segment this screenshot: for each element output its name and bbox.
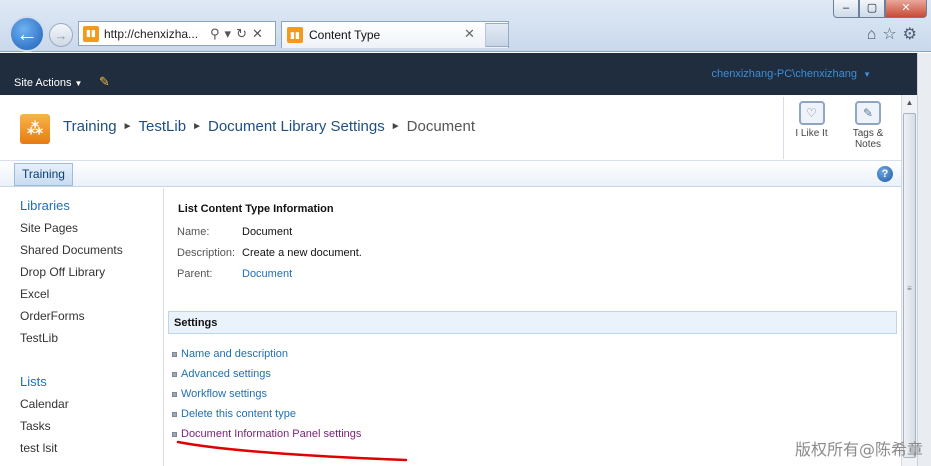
settings-link-name-description[interactable]: Name and description [172, 348, 288, 360]
forward-arrow-icon: → [54, 27, 68, 43]
edit-page-icon[interactable]: ✎ [99, 75, 115, 89]
leftnav-item-site-pages[interactable]: Site Pages [20, 221, 78, 235]
close-window-button[interactable]: ✕ [885, 0, 927, 18]
leftnav-item-drop-off-library[interactable]: Drop Off Library [20, 265, 105, 279]
leftnav-item-testlib[interactable]: TestLib [20, 331, 58, 345]
scroll-up-arrow-icon[interactable]: ▲ [902, 95, 917, 111]
breadcrumb-arrow-icon: ► [192, 121, 202, 132]
scroll-thumb[interactable]: ≡ [903, 113, 916, 458]
name-label: Name: [177, 226, 210, 238]
settings-link-label: Advanced settings [181, 368, 271, 380]
tab-title: Content Type [309, 28, 381, 42]
tab-training[interactable]: Training [14, 163, 73, 186]
address-bar[interactable]: ▮▮ http://chenxizha... ⚲▾↻✕ [78, 21, 276, 46]
browser-tools: ⌂☆⚙ [867, 24, 923, 44]
new-tab-button[interactable] [485, 23, 509, 47]
user-menu[interactable]: chenxizhang-PC\chenxizhang ▼ [711, 68, 871, 80]
breadcrumb-library-settings[interactable]: Document Library Settings [208, 118, 385, 135]
user-chevron-down-icon: ▼ [863, 70, 871, 79]
search-icon[interactable]: ⚲ [210, 26, 225, 41]
window-scrollbar[interactable] [917, 53, 931, 466]
bullet-icon [172, 411, 177, 417]
leftnav-item-excel[interactable]: Excel [20, 287, 49, 301]
lists-header[interactable]: Lists [20, 374, 47, 389]
address-actions: ⚲▾↻✕ [210, 26, 268, 42]
breadcrumb-current: Document [406, 118, 476, 135]
tags-notes-icon: ✎ [855, 101, 881, 125]
parent-link[interactable]: Document [242, 268, 292, 280]
tags-label-line1: Tags & [852, 128, 884, 139]
breadcrumb-arrow-icon: ► [390, 121, 401, 132]
tag-like-icon: ♡ [798, 101, 825, 125]
tags-notes-button[interactable]: ✎ Tags & Notes [840, 97, 896, 159]
maximize-button[interactable]: ▢ [859, 0, 885, 18]
back-button[interactable]: ← [9, 16, 45, 52]
settings-link-label: Name and description [181, 348, 289, 360]
stop-icon[interactable]: ✕ [252, 26, 268, 41]
site-actions-label: Site Actions [14, 77, 72, 89]
libraries-header[interactable]: Libraries [20, 198, 70, 213]
home-icon[interactable]: ⌂ [867, 26, 883, 43]
settings-gear-icon[interactable]: ⚙ [903, 26, 923, 43]
forward-button[interactable]: → [49, 23, 73, 47]
breadcrumb-training[interactable]: Training [63, 118, 117, 135]
info-title: List Content Type Information [178, 203, 334, 215]
settings-link-label: Document Information Panel settings [181, 428, 362, 440]
tab-favicon-icon: ▮▮ [287, 27, 303, 43]
leftnav-item-orderforms[interactable]: OrderForms [20, 309, 85, 323]
tags-label-line2: Notes [854, 139, 882, 150]
browser-tab-active[interactable]: ▮▮ Content Type ✕ [281, 21, 509, 48]
minimize-button[interactable]: – [833, 0, 859, 18]
i-like-it-label: I Like It [795, 128, 828, 139]
site-favicon-icon: ▮▮ [83, 25, 99, 42]
settings-link-workflow[interactable]: Workflow settings [172, 388, 267, 400]
scroll-grip-icon: ≡ [907, 284, 912, 293]
site-logo-icon[interactable]: ⁂ [20, 114, 50, 144]
page-scrollbar[interactable]: ▲ ≡ [901, 95, 917, 466]
title-area: ⁂ Training ► TestLib ► Document Library Sett… [0, 95, 901, 160]
copyright-watermark: 版权所有@陈希章 [794, 440, 923, 459]
leftnav-item-tasks[interactable]: Tasks [20, 419, 51, 433]
breadcrumb: Training ► TestLib ► Document Library Settin… [63, 118, 475, 135]
settings-link-document-information-panel[interactable]: Document Information Panel settings [172, 428, 361, 440]
browser-chrome: – ▢ ✕ ← → ▮▮ http://chenxizha... ⚲▾↻✕ ▮▮… [0, 0, 931, 52]
dropdown-icon[interactable]: ▾ [225, 26, 237, 41]
leftnav-item-test-lsit[interactable]: test lsit [20, 441, 57, 455]
sharepoint-ribbon-bar: Site Actions ▼ ✎ chenxizhang-PC\chenxizha… [0, 53, 917, 95]
leftnav-item-calendar[interactable]: Calendar [20, 397, 69, 411]
description-label: Description: [177, 247, 236, 259]
tab-close-icon[interactable]: ✕ [464, 26, 475, 42]
parent-label: Parent: [177, 268, 213, 280]
bullet-icon [172, 351, 177, 357]
top-navigation: Training ? [0, 160, 901, 187]
site-actions-menu[interactable]: Site Actions ▼ [14, 77, 82, 89]
settings-link-label: Workflow settings [181, 388, 267, 400]
settings-link-delete[interactable]: Delete this content type [172, 408, 296, 420]
address-text[interactable]: http://chenxizha... [104, 27, 204, 41]
i-like-it-button[interactable]: ♡ I Like It [783, 97, 839, 159]
chevron-down-icon: ▼ [74, 79, 83, 88]
bullet-icon [172, 391, 177, 397]
back-arrow-icon: ← [16, 21, 38, 46]
favorites-star-icon[interactable]: ☆ [882, 26, 902, 43]
user-name: chenxizhang-PC\chenxizhang [711, 68, 858, 80]
leftnav-item-shared-documents[interactable]: Shared Documents [20, 243, 123, 257]
name-value: Document [242, 226, 293, 238]
refresh-icon[interactable]: ↻ [236, 26, 252, 41]
description-value: Create a new document. [242, 247, 362, 259]
bullet-icon [172, 431, 177, 437]
settings-header: Settings [168, 311, 897, 334]
window-controls: – ▢ ✕ [833, 0, 927, 18]
help-icon[interactable]: ? [877, 166, 893, 182]
settings-link-advanced[interactable]: Advanced settings [172, 368, 271, 380]
bullet-icon [172, 371, 177, 377]
quick-launch: Libraries Site Pages Shared Documents Dr… [0, 188, 164, 466]
breadcrumb-testlib[interactable]: TestLib [139, 118, 187, 135]
settings-link-label: Delete this content type [181, 408, 296, 420]
breadcrumb-arrow-icon: ► [122, 121, 133, 132]
